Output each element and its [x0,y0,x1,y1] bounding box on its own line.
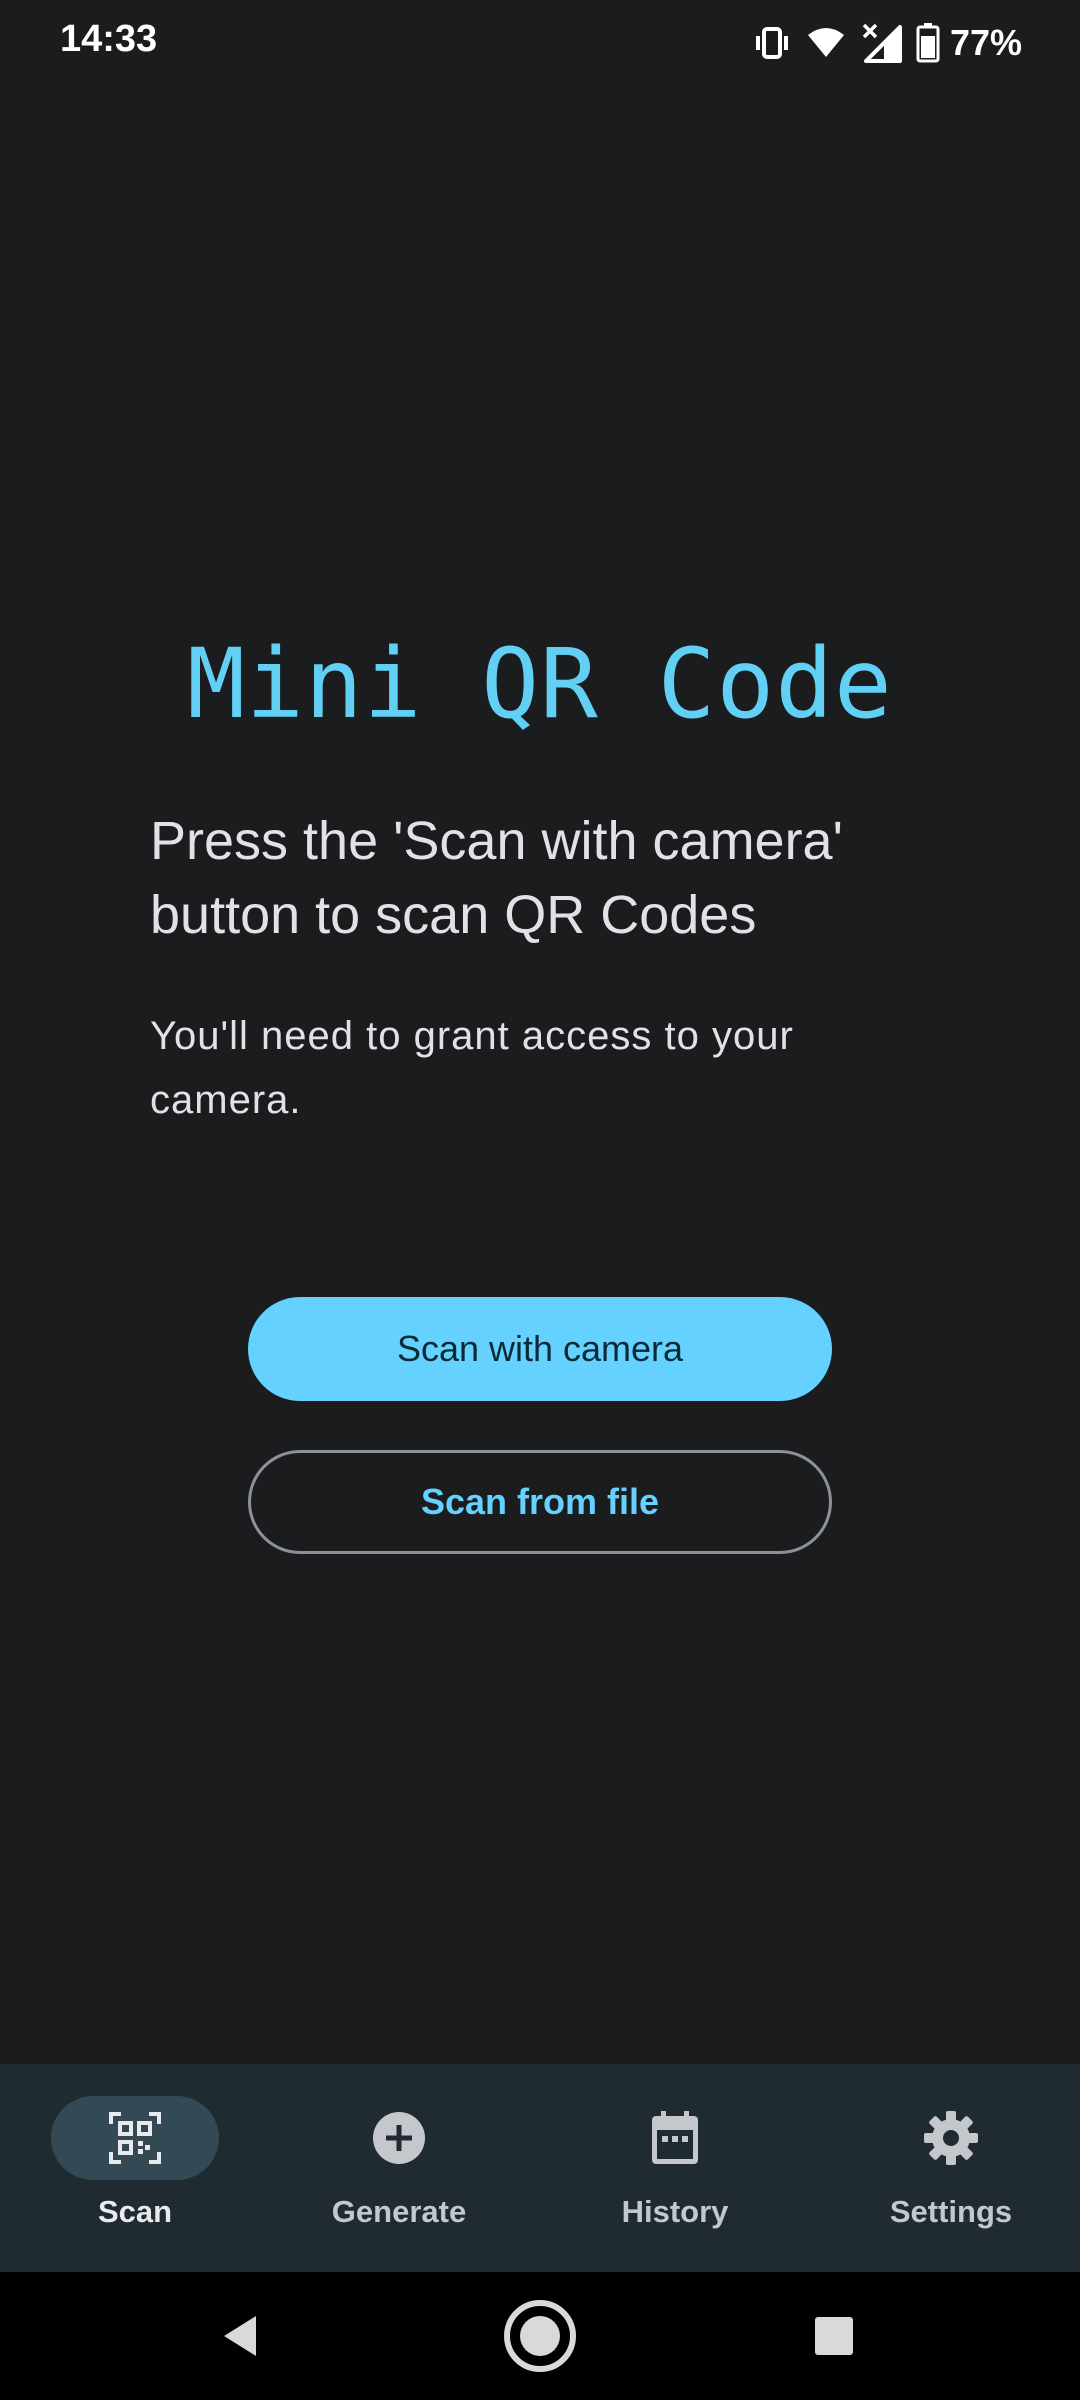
headline: Press the 'Scan with camera' button to s… [150,811,843,945]
nav-item-scan[interactable]: Scan [0,2064,270,2272]
home-button[interactable] [480,2272,600,2400]
qr-scan-icon [109,2112,161,2164]
nav-label-generate: Generate [331,2194,467,2229]
battery-percent: 77% [949,22,1022,63]
status-time: 14:33 [60,18,158,60]
nav-item-history[interactable]: History [540,2064,810,2272]
system-navigation-bar [0,2272,1080,2400]
signal-icon [860,23,902,63]
nav-label-scan: Scan [97,2194,173,2229]
status-bar: 14:33 77% [0,0,1080,86]
gear-icon [924,2111,978,2165]
nav-label-history: History [621,2194,729,2229]
scan-from-file-button[interactable]: Scan from file [248,1450,832,1554]
calendar-icon [652,2111,698,2164]
wifi-icon [806,25,846,61]
home-icon [504,2300,576,2372]
nav-label-settings: Settings [889,2194,1013,2229]
bottom-navigation: Scan Generate History Settings [0,2064,1080,2272]
permission-note: You'll need to grant access to your came… [150,1014,794,1122]
app-title: Mini QR Code [187,628,893,740]
nav-item-settings[interactable]: Settings [816,2064,1080,2272]
add-circle-icon [373,2112,425,2164]
back-button[interactable] [180,2272,300,2400]
recents-icon [815,2317,853,2355]
battery-icon [916,23,940,63]
status-icons: 77% [752,20,1022,66]
recents-button[interactable] [774,2272,894,2400]
nav-item-generate[interactable]: Generate [264,2064,534,2272]
vibrate-icon [752,25,792,61]
back-icon [224,2316,256,2356]
scan-with-camera-button[interactable]: Scan with camera [248,1297,832,1401]
